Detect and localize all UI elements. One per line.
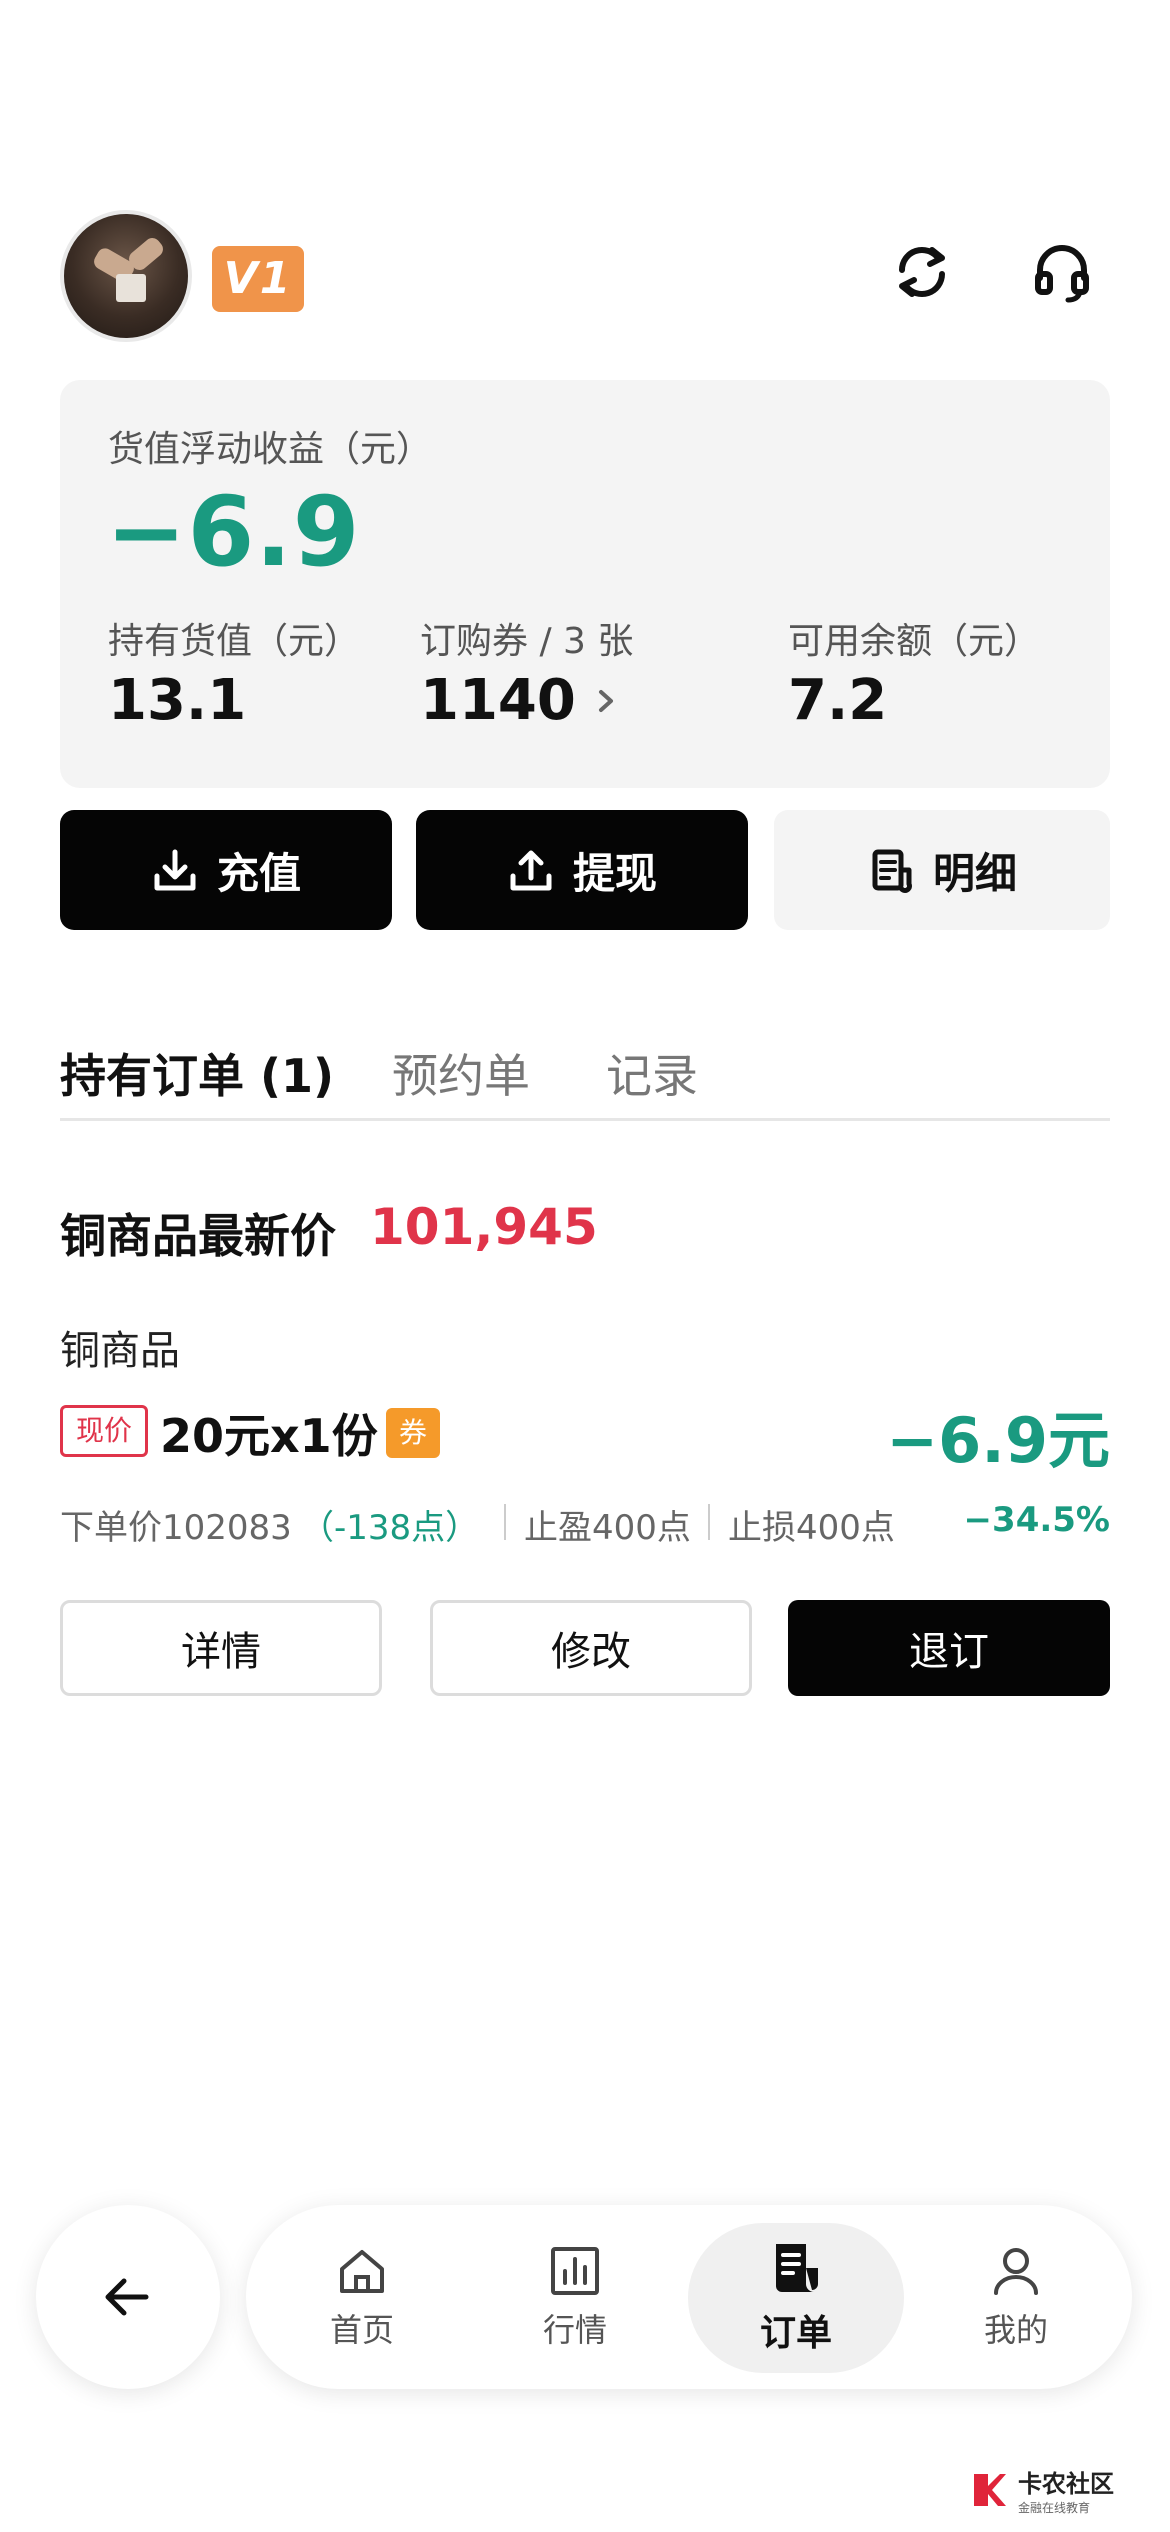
withdraw-button[interactable]: 提现 — [416, 810, 748, 930]
download-icon — [154, 849, 196, 891]
nav-home-label: 首页 — [329, 2311, 394, 2349]
watermark-subtitle: 金融在线教育 — [1018, 2501, 1091, 2515]
latest-price-value: 101,945 — [370, 1198, 598, 1256]
holding-value: 13.1 — [108, 668, 247, 733]
document-icon — [872, 849, 912, 893]
tab-divider — [60, 1118, 1110, 1121]
nav-me-label: 我的 — [983, 2311, 1048, 2349]
nav-orders[interactable]: 订单 — [696, 2205, 896, 2389]
level-badge: V1 — [212, 246, 304, 312]
user-icon — [994, 2248, 1038, 2295]
points-diff: （-138点） — [300, 1508, 480, 1548]
refresh-icon[interactable] — [890, 240, 954, 304]
divider — [504, 1504, 506, 1540]
chart-icon — [551, 2247, 599, 2295]
take-profit: 止盈400点 — [524, 1508, 691, 1548]
coupon-label[interactable]: 订购券 / 3 张 — [420, 612, 633, 664]
divider — [708, 1504, 710, 1540]
coupon-tag: 券 — [386, 1408, 440, 1458]
nav-me[interactable]: 我的 — [916, 2205, 1116, 2389]
product-name: 铜商品 — [60, 1328, 180, 1374]
upload-icon — [510, 850, 552, 891]
balance-value: 7.2 — [788, 668, 888, 733]
headset-icon[interactable] — [1030, 240, 1094, 304]
home-icon — [340, 2250, 384, 2293]
floating-income-label: 货值浮动收益（元） — [108, 429, 433, 470]
pnl-percent: −34.5% — [963, 1500, 1110, 1540]
order-modify-button[interactable]: 修改 — [430, 1600, 752, 1696]
balance-label: 可用余额（元） — [788, 621, 1041, 662]
tab-reservations[interactable]: 预约单 — [392, 1040, 530, 1106]
holding-value-label: 持有货值（元） — [108, 621, 361, 662]
latest-price-title: 铜商品最新价 — [60, 1209, 336, 1263]
coupon-link[interactable]: 1140 — [420, 668, 618, 733]
nav-home[interactable]: 首页 — [262, 2205, 462, 2389]
stop-loss: 止损400点 — [728, 1508, 895, 1548]
tab-records[interactable]: 记录 — [606, 1040, 698, 1106]
avatar[interactable] — [60, 210, 192, 342]
order-price: 下单价102083 — [60, 1508, 292, 1548]
details-label: 明细 — [932, 848, 1017, 898]
nav-market-label: 行情 — [542, 2311, 607, 2349]
tab-holding-orders[interactable]: 持有订单 (1) — [60, 1040, 334, 1106]
kanong-logo-icon — [974, 2474, 1006, 2506]
market-price-tag: 现价 — [60, 1405, 148, 1457]
order-pnl: −6.9元 — [886, 1404, 1110, 1477]
arrow-left-icon — [105, 2278, 149, 2316]
recharge-button[interactable]: 充值 — [60, 810, 392, 930]
nav-market[interactable]: 行情 — [475, 2205, 675, 2389]
floating-income-value: −6.9 — [106, 476, 361, 588]
order-detail-button[interactable]: 详情 — [60, 1600, 382, 1696]
watermark-title: 卡农社区 — [1018, 2470, 1114, 2498]
bottom-nav: 首页 行情 订单 我的 — [246, 2205, 1132, 2389]
recharge-label: 充值 — [216, 848, 301, 898]
details-button[interactable]: 明细 — [774, 810, 1110, 930]
coupon-value: 1140 — [420, 668, 576, 733]
chevron-right-icon — [598, 689, 613, 712]
back-button[interactable] — [36, 2205, 220, 2389]
asset-summary-card: 货值浮动收益（元） −6.9 持有货值（元） 13.1 订购券 / 3 张 11… — [60, 380, 1110, 788]
orders-icon — [776, 2244, 818, 2292]
nav-orders-label: 订单 — [759, 2313, 832, 2354]
watermark: 卡农社区 金融在线教育 — [970, 2464, 1114, 2516]
order-cancel-button[interactable]: 退订 — [788, 1600, 1110, 1696]
withdraw-label: 提现 — [572, 848, 657, 898]
order-spec: 20元x1份 — [160, 1409, 378, 1463]
